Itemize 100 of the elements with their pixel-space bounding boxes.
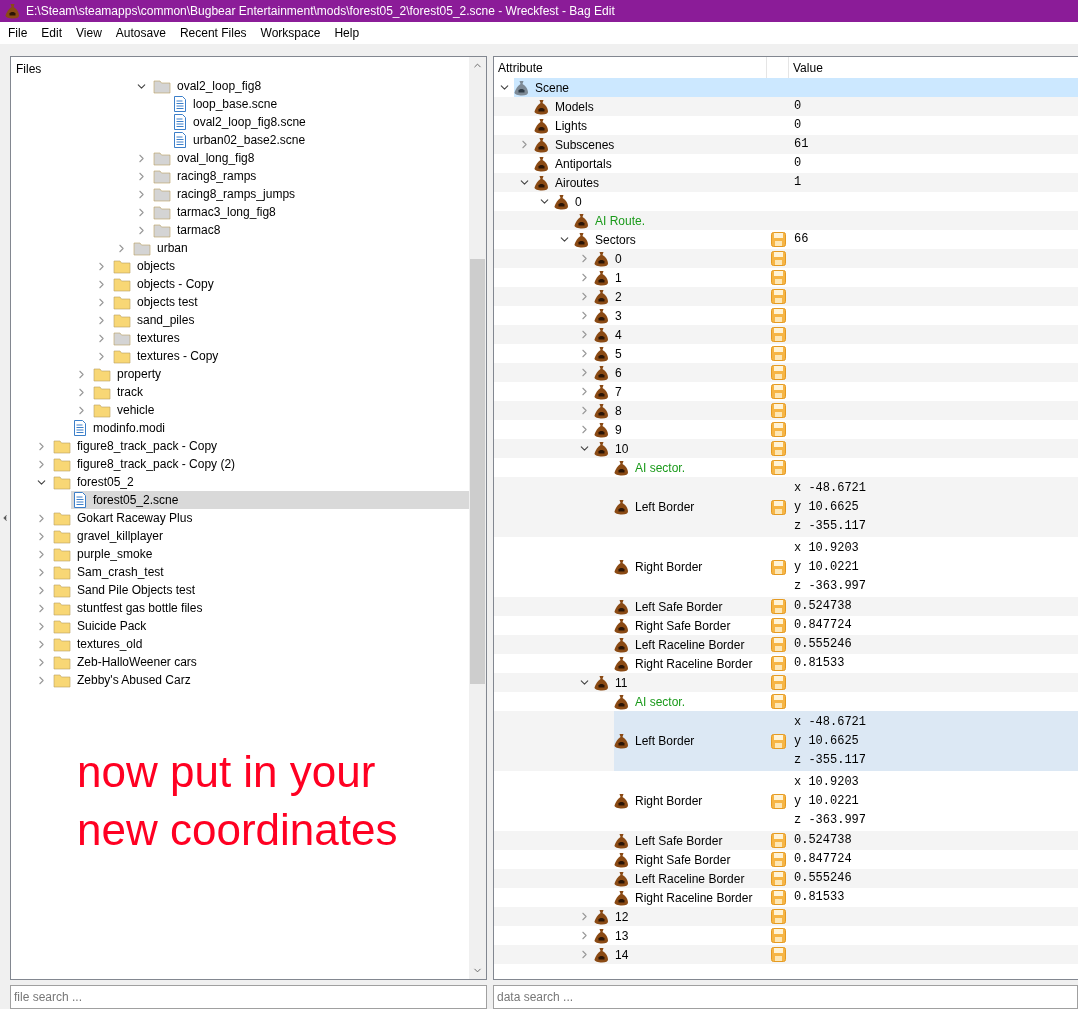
sack-icon [614, 617, 629, 634]
attribute-label: 5 [615, 345, 622, 363]
menu-item[interactable]: View [69, 24, 109, 42]
tree-item[interactable]: figure8_track_pack - Copy [51, 437, 469, 455]
tree-item[interactable]: oval_long_fig8 [151, 149, 469, 167]
menu-item[interactable]: Workspace [253, 24, 328, 42]
tree-item[interactable]: Sam_crash_test [51, 563, 469, 581]
tree-item[interactable]: purple_smoke [51, 545, 469, 563]
sack-icon [614, 636, 629, 653]
tree-item[interactable]: property [91, 365, 469, 383]
tree-item[interactable]: textures_old [51, 635, 469, 653]
tree-item[interactable]: objects - Copy [111, 275, 469, 293]
attribute-row[interactable]: AI sector. [614, 692, 1078, 711]
menu-item[interactable]: Recent Files [172, 24, 254, 42]
attribute-row[interactable]: 13 [594, 926, 1078, 945]
tree-item[interactable]: objects [111, 257, 469, 275]
tree-item[interactable]: vehicle [91, 401, 469, 419]
tree-item[interactable]: racing8_ramps [151, 167, 469, 185]
tree-item[interactable]: Zebby's Abused Carz [51, 671, 469, 689]
attribute-label: Sectors [595, 231, 636, 249]
sack-icon [614, 499, 629, 515]
column-header[interactable]: Value [789, 57, 823, 78]
tree-item[interactable]: forest05_2 [51, 473, 469, 491]
collapse-arrow-icon[interactable] [0, 513, 10, 523]
attribute-value: 0 [794, 98, 802, 115]
attribute-row[interactable]: 3 [594, 306, 1078, 325]
attribute-value: 0.524738 [794, 598, 852, 615]
tree-item[interactable]: Gokart Raceway Plus [51, 509, 469, 527]
sack-icon [614, 693, 629, 710]
menu-item[interactable]: Autosave [108, 24, 173, 42]
attribute-row[interactable]: 9 [594, 420, 1078, 439]
menu-item[interactable]: File [1, 24, 35, 42]
attribute-label: 10 [615, 440, 629, 458]
attribute-row[interactable]: 5 [594, 344, 1078, 363]
sack-icon [594, 421, 609, 438]
tree-item[interactable]: textures - Copy [111, 347, 469, 365]
attribute-row[interactable]: Right Safe Border 0.847724 [614, 616, 1078, 635]
attribute-value: 1 [794, 174, 802, 191]
tree-item[interactable]: tarmac3_long_fig8 [151, 203, 469, 221]
attribute-note: AI Route. [595, 212, 646, 230]
attribute-row[interactable]: 7 [594, 382, 1078, 401]
tree-item[interactable]: modinfo.modi [71, 419, 469, 437]
attribute-value: 0.847724 [794, 617, 852, 634]
attribute-label: Right Raceline Border [635, 655, 753, 673]
attribute-value: x 10.9203 [794, 539, 860, 557]
attribute-value: z -363.997 [794, 811, 866, 829]
tree-item[interactable]: track [91, 383, 469, 401]
tree-item[interactable]: sand_piles [111, 311, 469, 329]
attribute-label: 1 [615, 269, 622, 287]
sack-icon [614, 851, 629, 868]
attribute-row[interactable]: Right Safe Border 0.847724 [614, 850, 1078, 869]
data-search-field[interactable]: data search ... [493, 985, 1078, 1009]
attribute-label: 7 [615, 383, 622, 401]
attribute-label: Antiportals [555, 155, 612, 173]
tree-item[interactable]: tarmac8 [151, 221, 469, 239]
tree-item[interactable]: oval2_loop_fig8.scne [171, 113, 469, 131]
attribute-row[interactable]: Right Raceline Border 0.81533 [614, 888, 1078, 907]
tree-item[interactable]: forest05_2.scne [71, 491, 469, 509]
tree-item[interactable]: urban [131, 239, 469, 257]
attribute-row[interactable]: Lights 0 [534, 116, 1078, 135]
menu-item[interactable]: Edit [34, 24, 70, 42]
attribute-row[interactable]: Right Border x 10.9203 y 10.0221 z -363.997 [614, 537, 1078, 597]
scrollbar[interactable] [469, 57, 486, 979]
menu-item[interactable]: Help [327, 24, 367, 42]
file-search-field[interactable]: file search ... [10, 985, 487, 1009]
attribute-row[interactable]: Right Border x 10.9203 y 10.0221 z -363.997 [614, 771, 1078, 831]
attribute-row[interactable]: Sectors 66 [574, 230, 1078, 249]
tree-item[interactable]: objects test [111, 293, 469, 311]
attribute-value: y 10.6625 [794, 498, 860, 516]
sack-icon [514, 79, 529, 96]
attribute-value: 0.847724 [794, 851, 852, 868]
sack-icon [614, 733, 629, 749]
attribute-label: 9 [615, 421, 622, 439]
tree-item[interactable]: textures [111, 329, 469, 347]
attribute-row[interactable]: 1 [594, 268, 1078, 287]
attribute-row[interactable]: 0 [554, 192, 1078, 211]
tree-item[interactable]: Zeb-HalloWeener cars [51, 653, 469, 671]
sack-icon [594, 946, 609, 963]
attribute-row[interactable]: Right Raceline Border 0.81533 [614, 654, 1078, 673]
attribute-label: Right Safe Border [635, 617, 731, 635]
tree-item[interactable]: Suicide Pack [51, 617, 469, 635]
attribute-row[interactable]: Antiportals 0 [534, 154, 1078, 173]
attribute-value: z -363.997 [794, 577, 866, 595]
tree-item[interactable]: stuntfest gas bottle files [51, 599, 469, 617]
attribute-value: z -355.117 [794, 751, 866, 769]
attribute-note: AI sector. [635, 693, 686, 711]
tree-item[interactable]: figure8_track_pack - Copy (2) [51, 455, 469, 473]
tree-item[interactable]: racing8_ramps_jumps [151, 185, 469, 203]
attribute-value: 66 [794, 231, 809, 248]
tree-item[interactable]: gravel_killplayer [51, 527, 469, 545]
attribute-row[interactable]: AI sector. [614, 458, 1078, 477]
tree-item[interactable]: oval2_loop_fig8 [151, 77, 469, 95]
attribute-value: z -355.117 [794, 517, 866, 535]
tree-item[interactable]: Sand Pile Objects test [51, 581, 469, 599]
tree-item[interactable]: urban02_base2.scne [171, 131, 469, 149]
sack-icon [594, 364, 609, 381]
tree-item[interactable]: loop_base.scne [171, 95, 469, 113]
attribute-row[interactable]: Scene [514, 78, 1078, 97]
sack-icon [574, 212, 589, 229]
scrollbar-thumb[interactable] [470, 259, 485, 684]
